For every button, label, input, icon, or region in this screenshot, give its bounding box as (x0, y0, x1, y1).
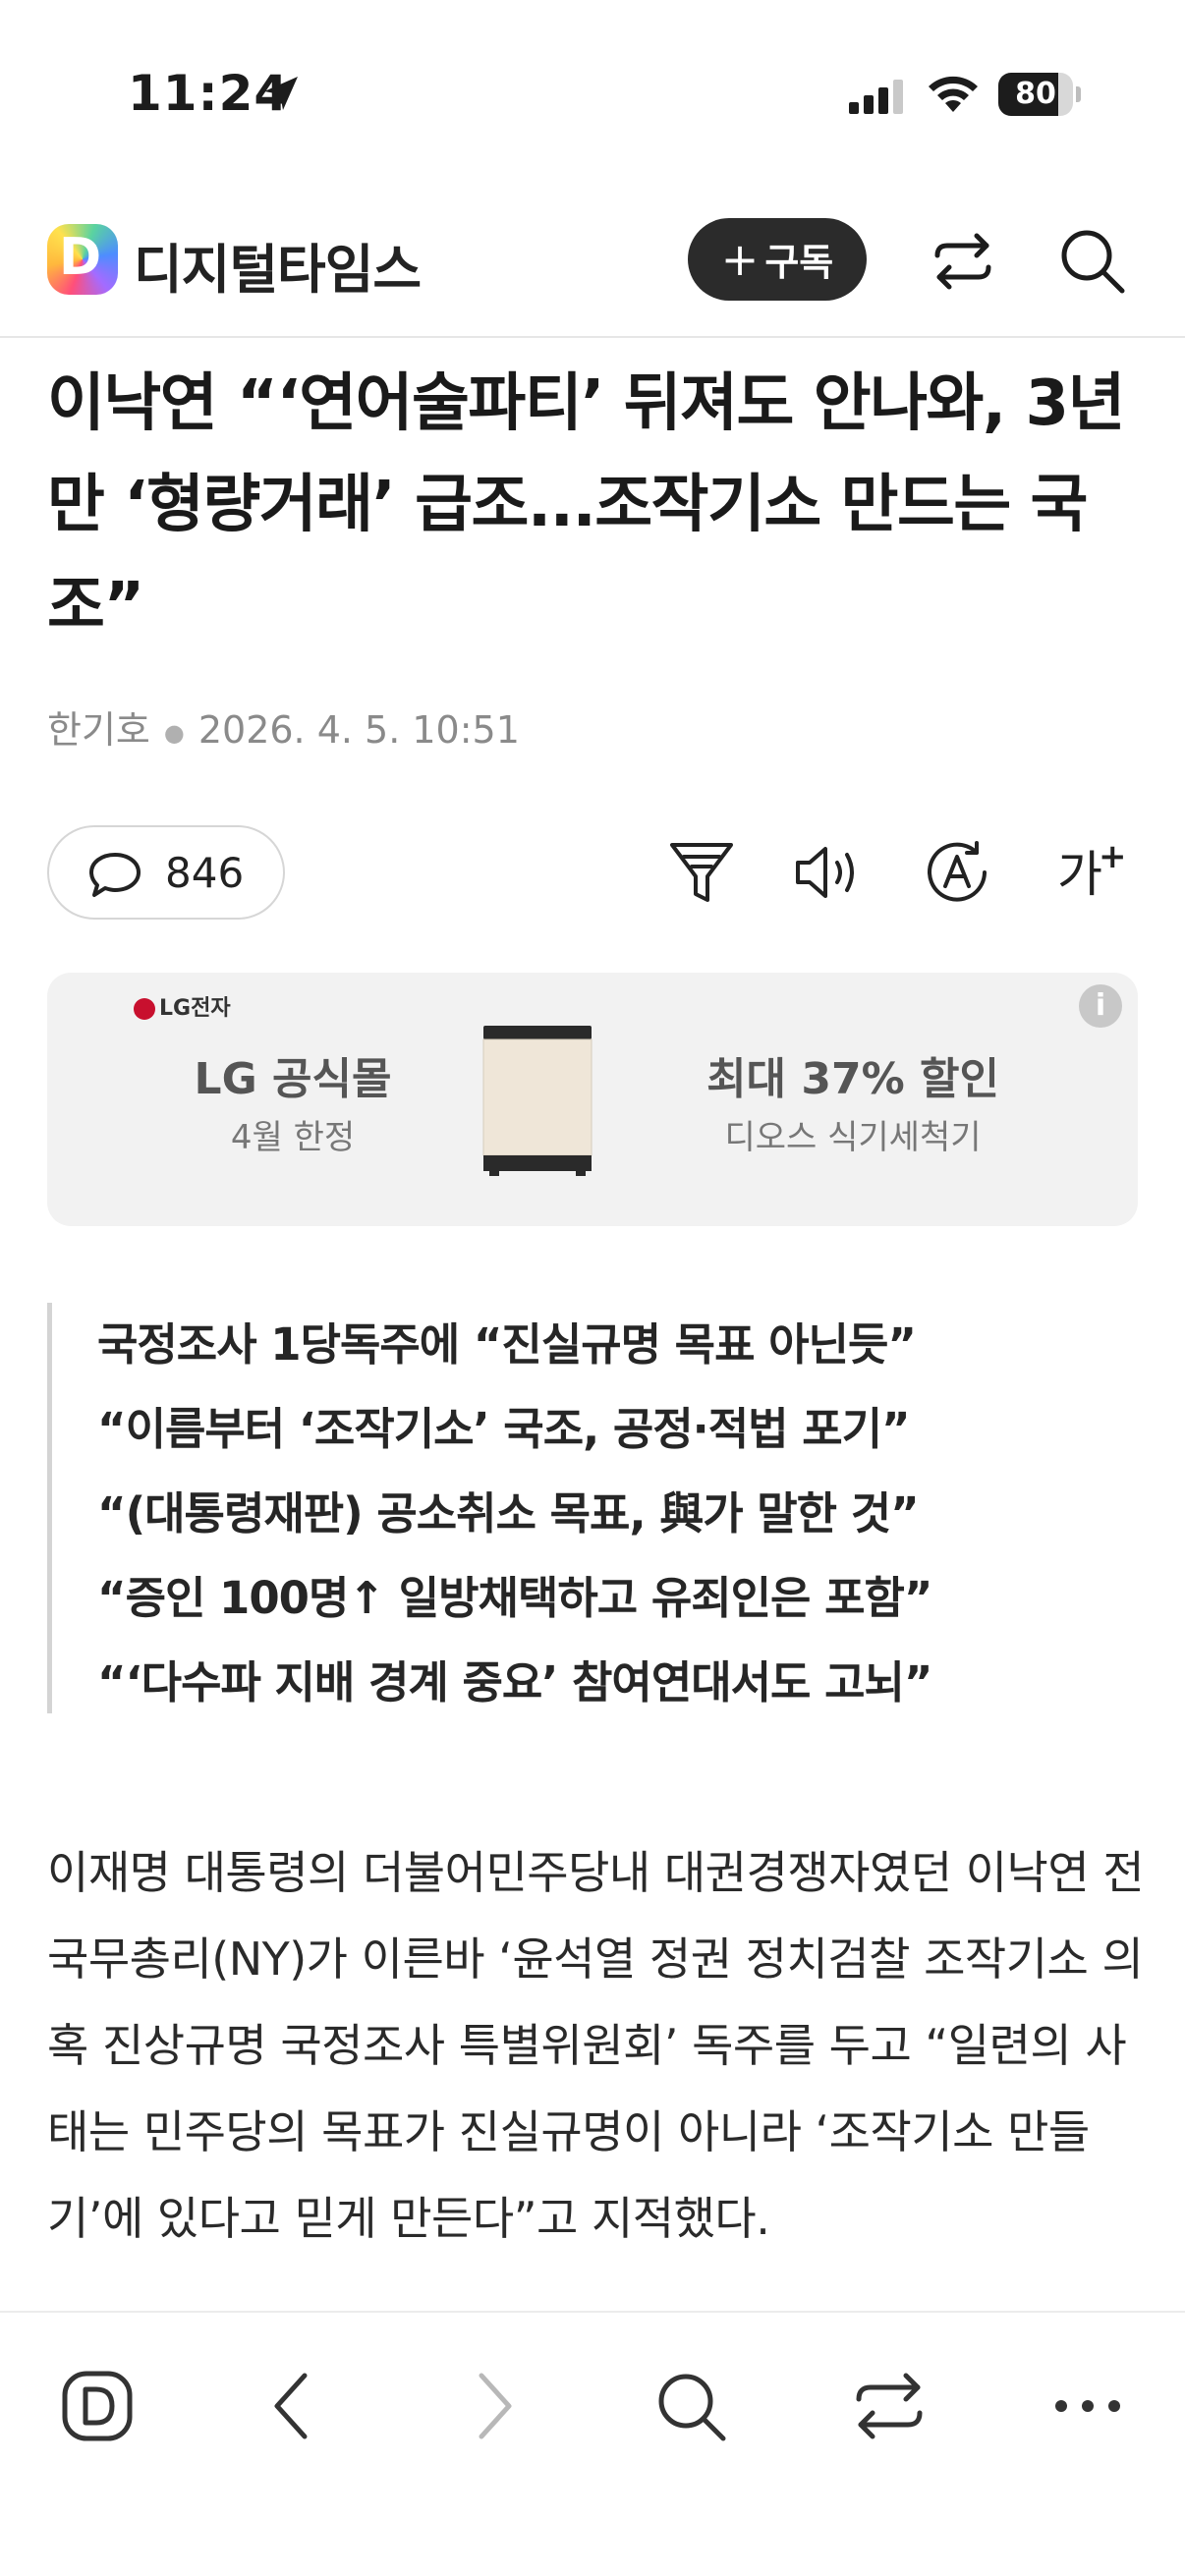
summary-item: “증인 100명↑ 일방채택하고 유죄인은 포함” (97, 1572, 932, 1624)
article-headline: 이낙연 “‘연어술파티’ 뒤져도 안나와, 3년만 ‘형량거래’ 급조...조작… (47, 367, 1125, 643)
share-icon[interactable] (928, 226, 998, 297)
comment-bubble-icon (89, 853, 141, 897)
summary-filter-icon[interactable] (664, 835, 739, 910)
share-icon[interactable] (845, 2362, 933, 2450)
lg-logo-icon (134, 998, 155, 1020)
summary-item: “(대통령재판) 공소취소 목표, 與가 말한 것” (97, 1487, 920, 1540)
publish-date: 2026. 4. 5. 10:51 (198, 708, 520, 752)
summary-item: 국정조사 1당독주에 “진실규명 목표 아닌듯” (97, 1318, 917, 1371)
ad-info-icon[interactable]: i (1079, 984, 1122, 1028)
search-icon[interactable] (1055, 224, 1128, 297)
read-aloud-icon[interactable] (792, 835, 867, 910)
cellular-signal-icon (849, 80, 903, 114)
font-size-plus-icon: + (1099, 837, 1127, 877)
ad-banner[interactable]: LG전자 i LG 공식몰 4월 한정 최대 37% 할인 디오스 식기세척기 (47, 973, 1138, 1226)
article-paragraph: 이재명 대통령의 더불어민주당내 대권경쟁자였던 이낙연 전 국무총리(NY)가… (47, 1846, 1145, 2245)
article-summary: 국정조사 1당독주에 “진실규명 목표 아닌듯” “이름부터 ‘조작기소’ 국조… (47, 1303, 1138, 1713)
site-logo-icon[interactable]: D (47, 224, 118, 295)
wifi-icon (929, 76, 978, 112)
status-bar: 11:24 80 (0, 0, 1185, 187)
battery-icon: 80 (998, 73, 1081, 116)
comment-count: 846 (165, 849, 245, 897)
back-icon[interactable] (250, 2362, 338, 2450)
article-body: 이재명 대통령의 더불어민주당내 대권경쟁자였던 이낙연 전 국무총리(NY)가… (47, 1829, 1148, 2301)
subscribe-button[interactable]: + 구독 (688, 218, 867, 301)
forward-icon[interactable] (448, 2362, 536, 2450)
separator-dot: ● (163, 718, 185, 747)
battery-percent: 80 (1015, 77, 1056, 111)
more-icon[interactable] (1044, 2362, 1132, 2450)
brand-name[interactable]: 디지털타임스 (134, 226, 422, 304)
ad-left-title: LG 공식몰 (194, 1054, 392, 1104)
comments-button[interactable]: 846 (47, 825, 285, 920)
ad-right-subtitle: 디오스 식기세척기 (724, 1118, 982, 1157)
ad-brand-badge: LG전자 (134, 990, 231, 1022)
search-icon[interactable] (647, 2362, 735, 2450)
bottom-toolbar (0, 2311, 1185, 2576)
plus-icon: + (720, 233, 760, 286)
ad-left-subtitle: 4월 한정 (230, 1118, 356, 1157)
dishwasher-product-image (482, 1026, 592, 1176)
font-size-button[interactable]: 가+ (1057, 835, 1131, 906)
article-byline: 한기호 ● 2026. 4. 5. 10:51 (47, 700, 520, 754)
location-arrow-icon (264, 77, 298, 110)
subscribe-label: 구독 (764, 241, 834, 284)
summary-item: “이름부터 ‘조작기소’ 국조, 공정·적법 포기” (97, 1403, 911, 1455)
ad-right-title: 최대 37% 할인 (706, 1054, 999, 1104)
translate-icon[interactable] (920, 835, 994, 910)
site-header: D 디지털타임스 + 구독 (0, 196, 1185, 338)
author-name[interactable]: 한기호 (47, 708, 150, 752)
app-home-icon[interactable] (53, 2362, 141, 2450)
font-size-label: 가 (1057, 846, 1102, 903)
summary-item: “‘다수파 지배 경계 중요’ 참여연대서도 고뇌” (97, 1656, 932, 1708)
